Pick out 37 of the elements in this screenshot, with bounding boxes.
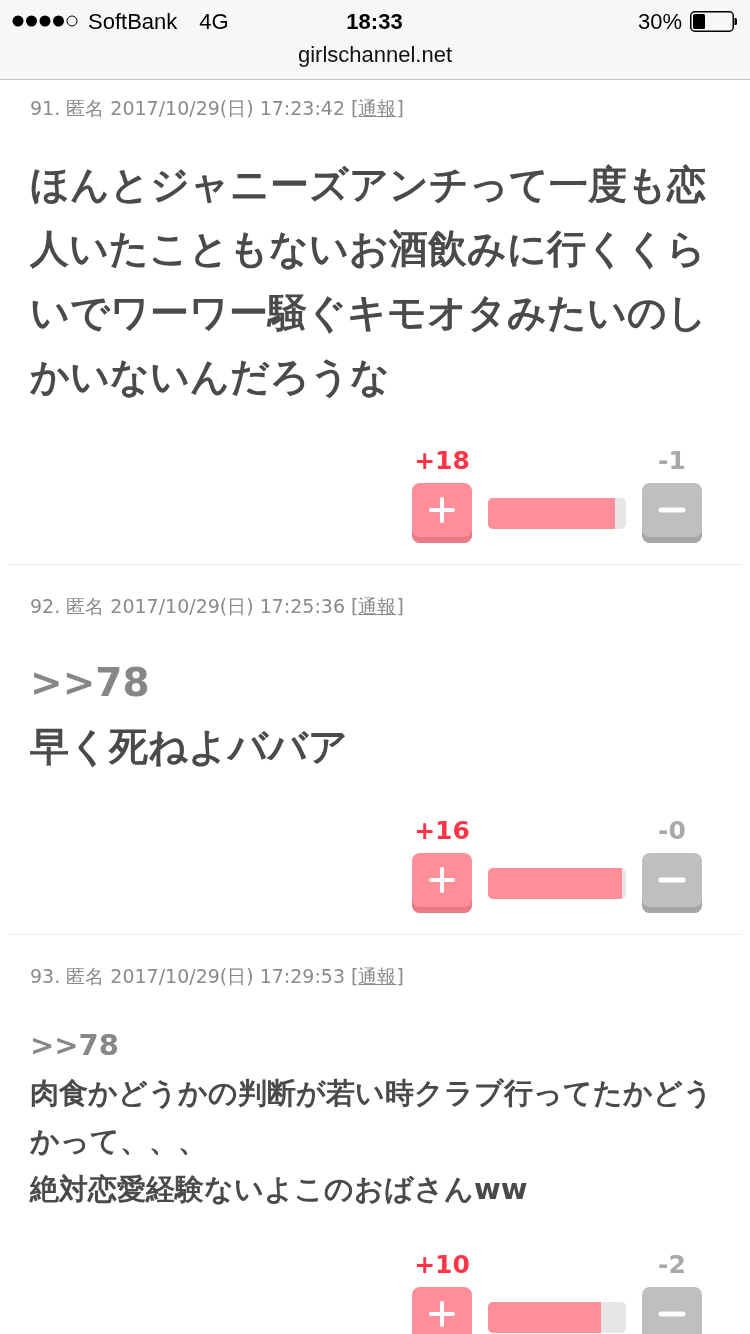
minus-icon — [658, 507, 686, 513]
plus-button[interactable] — [412, 853, 472, 913]
battery-icon — [690, 10, 737, 32]
comment-text: 肉食かどうかの判断が若い時クラブ行ってたかどうかって、、、 — [30, 1075, 714, 1160]
plus-count: +10 — [413, 1250, 471, 1280]
minus-icon — [658, 877, 686, 883]
comment-text: 早く死ねよババア — [30, 723, 349, 771]
plus-icon — [429, 1301, 455, 1327]
minus-button[interactable] — [642, 1287, 702, 1334]
plus-icon — [429, 867, 455, 893]
minus-count: -0 — [657, 816, 687, 846]
comment-meta: 92. 匿名 2017/10/29(日) 17:25:36 [通報] — [30, 594, 405, 618]
reply-link[interactable]: >>78 — [30, 651, 150, 715]
plus-button[interactable] — [412, 483, 472, 543]
report-link[interactable]: 通報 — [358, 595, 397, 617]
carrier-name: SoftBank — [88, 7, 178, 36]
comment-meta: 91. 匿名 2017/10/29(日) 17:23:42 [通報] — [30, 96, 405, 120]
page-url: girlschannel.net — [297, 42, 453, 68]
clock-time: 18:33 — [346, 7, 403, 36]
battery-percentage: 30% — [637, 7, 682, 36]
comment-text: ほんとジャニーズアンチって一度も恋人いたこともないお酒飲みに行くくらいでワーワー騒ぐキモオタみたいのしかいないんだろうな — [30, 161, 708, 401]
reply-link[interactable]: >>78 — [30, 1021, 119, 1069]
minus-icon — [658, 1311, 686, 1317]
report-link[interactable]: 通報 — [358, 97, 397, 119]
report-link[interactable]: 通報 — [358, 965, 397, 987]
plus-button[interactable] — [412, 1287, 472, 1334]
minus-count: -1 — [657, 446, 687, 476]
plus-count: +18 — [413, 446, 471, 476]
signal-icon — [12, 15, 78, 27]
minus-count: -2 — [657, 1250, 687, 1280]
plus-count: +16 — [413, 816, 471, 846]
plus-icon — [429, 497, 455, 523]
comment-text: 絶対恋愛経験ないよこのおばさんww — [30, 1171, 529, 1208]
comment-meta: 93. 匿名 2017/10/29(日) 17:29:53 [通報] — [30, 964, 405, 988]
minus-button[interactable] — [642, 853, 702, 913]
minus-button[interactable] — [642, 483, 702, 543]
network-type: 4G — [199, 7, 229, 36]
